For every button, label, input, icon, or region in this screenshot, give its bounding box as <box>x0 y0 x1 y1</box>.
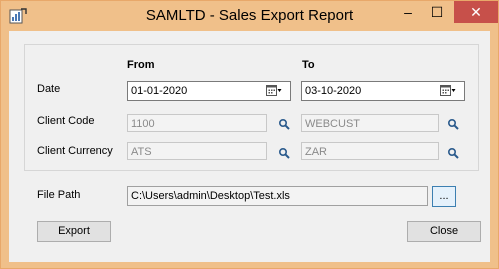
date-label: Date <box>37 83 61 95</box>
app-window: SAMLTD - Sales Export Report – ☐ ✕ From … <box>0 0 499 269</box>
from-header: From <box>127 59 155 71</box>
title-bar[interactable]: SAMLTD - Sales Export Report – ☐ ✕ <box>1 1 498 31</box>
window-title: SAMLTD - Sales Export Report <box>145 7 354 24</box>
client-code-to-field[interactable]: WEBCUST <box>301 114 439 132</box>
search-icon[interactable] <box>447 118 459 130</box>
calendar-dropdown-icon[interactable] <box>266 85 282 97</box>
search-icon[interactable] <box>447 147 459 159</box>
client-currency-label: Client Currency <box>37 145 113 157</box>
maximize-button[interactable]: ☐ <box>425 1 449 23</box>
calendar-dropdown-icon[interactable] <box>440 85 456 97</box>
date-from-picker[interactable]: 01-01-2020 <box>127 81 291 101</box>
client-code-from-field[interactable]: 1100 <box>127 114 267 132</box>
close-window-button[interactable]: ✕ <box>454 1 498 23</box>
file-path-label: File Path <box>37 189 81 201</box>
search-icon[interactable] <box>278 147 290 159</box>
client-currency-from-field[interactable]: ATS <box>127 142 267 160</box>
client-code-label: Client Code <box>37 115 95 127</box>
date-to-value: 03-10-2020 <box>305 85 362 97</box>
to-header: To <box>302 59 315 71</box>
client-currency-to-field[interactable]: ZAR <box>301 142 439 160</box>
close-button[interactable]: Close <box>407 221 481 242</box>
browse-button[interactable]: ... <box>432 186 456 207</box>
date-from-value: 01-01-2020 <box>131 85 188 97</box>
date-to-picker[interactable]: 03-10-2020 <box>301 81 465 101</box>
search-icon[interactable] <box>278 118 290 130</box>
file-path-field[interactable]: C:\Users\admin\Desktop\Test.xls <box>127 186 428 206</box>
minimize-button[interactable]: – <box>396 1 420 23</box>
form-area: From To Date 01-01-2020 03-10-2020 Clien… <box>9 31 490 262</box>
export-button[interactable]: Export <box>37 221 111 242</box>
